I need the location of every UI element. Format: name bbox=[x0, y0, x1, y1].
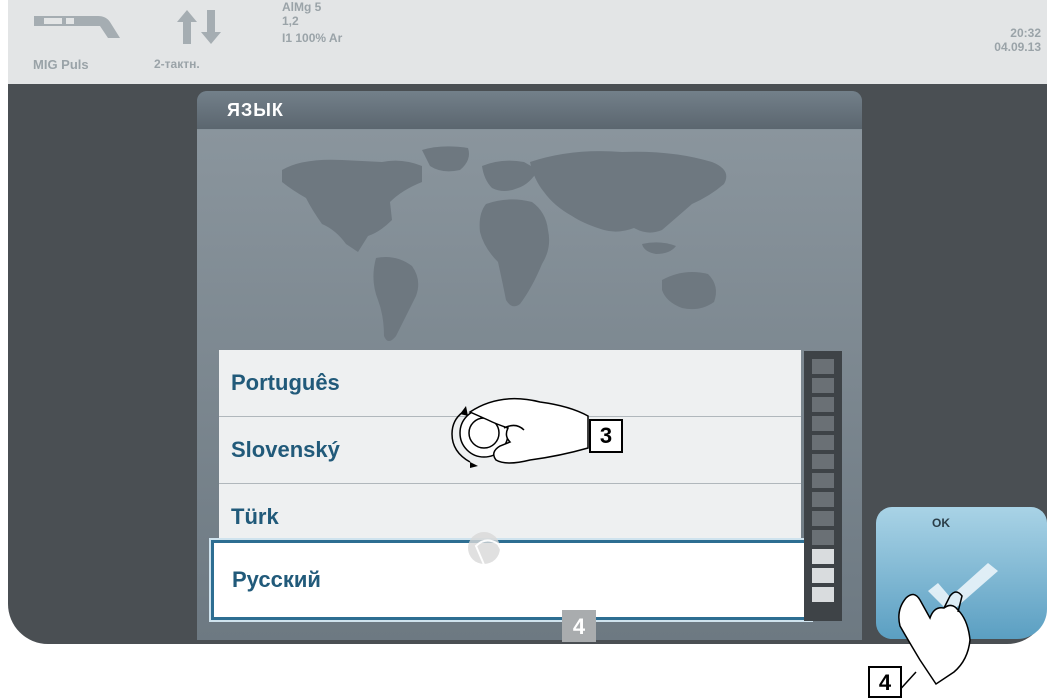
tapping-hand-icon bbox=[468, 532, 579, 617]
step-callout-3: 3 bbox=[589, 419, 623, 453]
step-callout-4-ok: 4 bbox=[868, 666, 902, 698]
step-callout-4-list: 4 bbox=[562, 610, 596, 642]
instruction-overlay bbox=[451, 397, 971, 695]
tapping-hand-ok-icon bbox=[895, 591, 971, 695]
